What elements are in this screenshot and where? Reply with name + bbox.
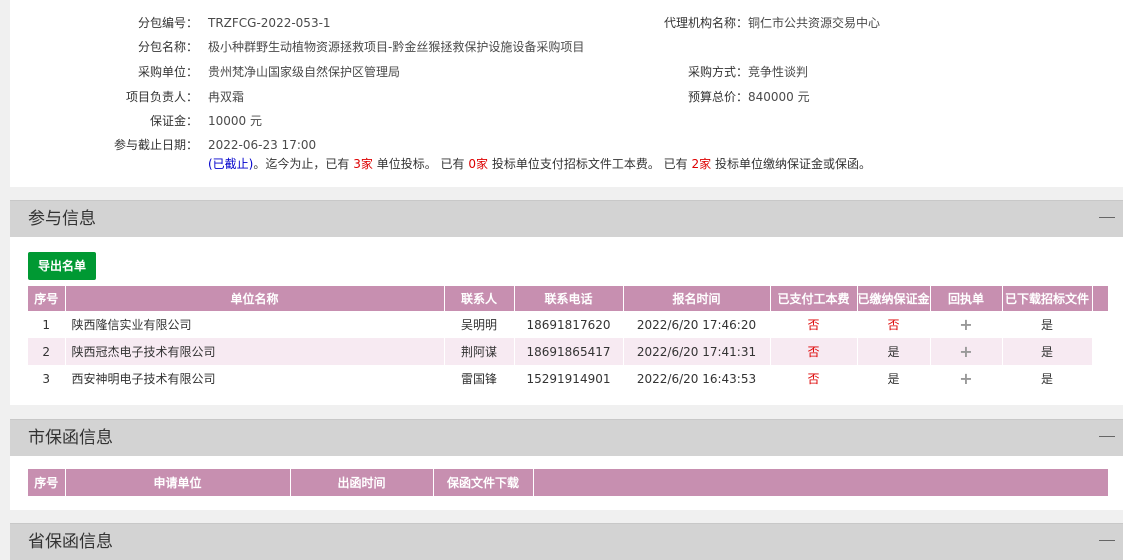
deadline-row: 参与截止日期： 2022-06-23 17:00: [10, 135, 1123, 155]
participation-section-header[interactable]: 参与信息: [10, 200, 1123, 237]
collapse-icon[interactable]: [1099, 540, 1115, 541]
status-text-3: 投标单位支付招标文件工本费。 已有: [491, 157, 688, 171]
plus-icon[interactable]: +: [959, 369, 972, 388]
row-downloaded: 是: [1002, 365, 1093, 392]
deadline-label: 参与截止日期：: [113, 138, 198, 152]
manager-row: 项目负责人： 冉双霜 预算总价： 840000 元: [10, 87, 1123, 107]
export-list-button[interactable]: 导出名单: [28, 252, 96, 280]
row-contact: 荆阿谋: [444, 338, 515, 365]
plus-icon[interactable]: +: [959, 342, 972, 361]
manager-label: 项目负责人：: [125, 90, 198, 104]
row-signup-time: 2022/6/20 16:43:53: [623, 365, 771, 392]
method-value: 竞争性谈判: [748, 65, 809, 79]
package-no-value: TRZFCG-2022-053-1: [208, 16, 331, 30]
row-deposit-paid: 否: [857, 311, 931, 338]
col-header-issue-time: 出函时间: [290, 469, 434, 496]
manager-value: 冉双霜: [208, 90, 245, 104]
row-fee-paid: 否: [770, 311, 858, 338]
col-header-fee-paid: 已支付工本费: [770, 286, 858, 311]
province-guarantee-title: 省保函信息: [28, 532, 113, 552]
closed-status-link[interactable]: (已截止): [208, 157, 253, 171]
purchaser-label: 采购单位：: [137, 65, 198, 79]
row-deposit-paid: 是: [857, 365, 931, 392]
package-name-label: 分包名称：: [137, 40, 198, 54]
row-unit-name: 陕西冠杰电子技术有限公司: [65, 338, 445, 365]
col-header-guarantee-download: 保函文件下载: [433, 469, 534, 496]
row-phone: 18691865417: [514, 338, 624, 365]
row-downloaded: 是: [1002, 311, 1093, 338]
city-guarantee-table: 序号 申请单位 出函时间 保函文件下载: [28, 469, 1109, 496]
row-spacer: [1092, 365, 1109, 392]
col-header-no: 序号: [28, 286, 66, 311]
budget-value: 840000 元: [748, 90, 810, 104]
col-header-downloaded: 已下载招标文件: [1002, 286, 1093, 311]
package-name-row: 分包名称： 极小种群野生动植物资源拯救项目-黔金丝猴拯救保护设施设备采购项目: [10, 37, 1123, 57]
plus-icon[interactable]: +: [959, 315, 972, 334]
city-guarantee-section-header[interactable]: 市保函信息: [10, 419, 1123, 456]
row-spacer: [1092, 311, 1109, 338]
table-header-row: 序号 单位名称 联系人 联系电话 报名时间 已支付工本费 已缴纳保证金 回执单 …: [28, 286, 1109, 311]
method-label: 采购方式：: [687, 65, 748, 79]
row-downloaded: 是: [1002, 338, 1093, 365]
col-header-phone: 联系电话: [514, 286, 624, 311]
table-row: 2 陕西冠杰电子技术有限公司 荆阿谋 18691865417 2022/6/20…: [28, 338, 1109, 365]
row-phone: 15291914901: [514, 365, 624, 392]
row-signup-time: 2022/6/20 17:46:20: [623, 311, 771, 338]
package-name-value: 极小种群野生动植物资源拯救项目-黔金丝猴拯救保护设施设备采购项目: [208, 40, 585, 54]
row-fee-paid: 否: [770, 338, 858, 365]
row-no: 2: [28, 338, 66, 365]
col-header-deposit-paid: 已缴纳保证金: [857, 286, 931, 311]
row-unit-name: 陕西隆信实业有限公司: [65, 311, 445, 338]
col-header-unit-name: 单位名称: [65, 286, 445, 311]
package-no-label: 分包编号：: [137, 16, 198, 30]
row-no: 1: [28, 311, 66, 338]
budget-label: 预算总价：: [687, 90, 748, 104]
deposit-label: 保证金：: [149, 114, 198, 128]
deposit-row: 保证金： 10000 元: [10, 111, 1123, 131]
row-unit-name: 西安神明电子技术有限公司: [65, 365, 445, 392]
participation-title: 参与信息: [28, 209, 96, 229]
row-contact: 雷国锋: [444, 365, 515, 392]
col-header-applicant: 申请单位: [65, 469, 291, 496]
row-signup-time: 2022/6/20 17:41:31: [623, 338, 771, 365]
table-row: 1 陕西隆信实业有限公司 吴明明 18691817620 2022/6/20 1…: [28, 311, 1109, 338]
collapse-icon[interactable]: [1099, 217, 1115, 218]
deposit-count: 2家: [691, 157, 712, 171]
row-phone: 18691817620: [514, 311, 624, 338]
table-header-row: 序号 申请单位 出函时间 保函文件下载: [28, 469, 1109, 496]
status-text-2: 单位投标。 已有: [376, 157, 465, 171]
table-row: 3 西安神明电子技术有限公司 雷国锋 15291914901 2022/6/20…: [28, 365, 1109, 392]
col-header-blank: [533, 469, 1109, 496]
package-no-row: 分包编号： TRZFCG-2022-053-1 代理机构名称： 铜仁市公共资源交…: [10, 13, 1123, 33]
row-receipt: +: [930, 311, 1003, 338]
col-header-receipt: 回执单: [930, 286, 1003, 311]
deposit-value: 10000 元: [208, 114, 262, 128]
status-text-1: 。迄今为止，已有: [253, 157, 350, 171]
province-guarantee-section-header[interactable]: 省保函信息: [10, 523, 1123, 560]
row-receipt: +: [930, 338, 1003, 365]
purchaser-row: 采购单位： 贵州梵净山国家级自然保护区管理局 采购方式： 竞争性谈判: [10, 62, 1123, 82]
city-guarantee-title: 市保函信息: [28, 428, 113, 448]
row-deposit-paid: 是: [857, 338, 931, 365]
col-header-signup-time: 报名时间: [623, 286, 771, 311]
row-spacer: [1092, 338, 1109, 365]
paid-count: 0家: [468, 157, 488, 171]
project-info-panel: 分包编号： TRZFCG-2022-053-1 代理机构名称： 铜仁市公共资源交…: [10, 0, 1123, 187]
row-contact: 吴明明: [444, 311, 515, 338]
col-header-no: 序号: [28, 469, 66, 496]
col-header-contact: 联系人: [444, 286, 515, 311]
col-header-spacer: [1092, 286, 1109, 311]
row-no: 3: [28, 365, 66, 392]
deadline-value: 2022-06-23 17:00: [208, 138, 317, 152]
row-receipt: +: [930, 365, 1003, 392]
participation-table: 序号 单位名称 联系人 联系电话 报名时间 已支付工本费 已缴纳保证金 回执单 …: [28, 286, 1109, 392]
row-fee-paid: 否: [770, 365, 858, 392]
collapse-icon[interactable]: [1099, 436, 1115, 437]
bid-status-line: (已截止)。迄今为止，已有 3家 单位投标。 已有 0家 投标单位支付招标文件工…: [208, 154, 871, 174]
purchaser-value: 贵州梵净山国家级自然保护区管理局: [208, 65, 401, 79]
bidder-count: 3家: [353, 157, 373, 171]
agency-label: 代理机构名称：: [663, 16, 748, 30]
agency-value: 铜仁市公共资源交易中心: [748, 16, 881, 30]
status-text-4: 投标单位缴纳保证金或保函。: [714, 157, 871, 171]
